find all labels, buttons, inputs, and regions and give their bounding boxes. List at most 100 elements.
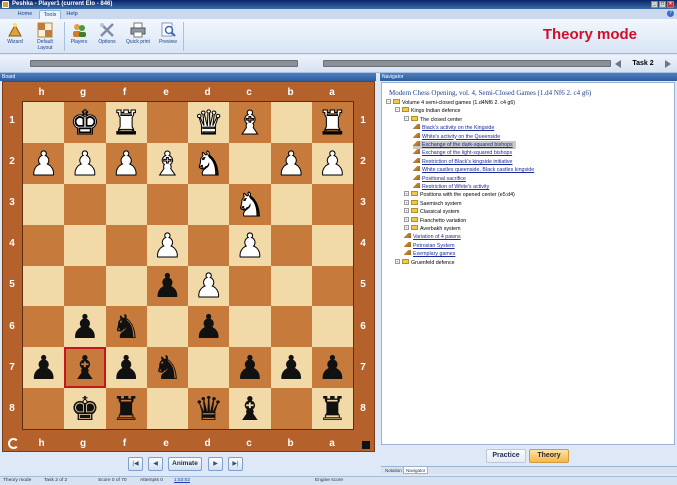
tree-task-item[interactable]: Petrosian System [404, 241, 455, 250]
expand-icon[interactable]: + [404, 225, 409, 230]
prev-task-icon[interactable] [615, 60, 621, 68]
square-d1[interactable]: ♛ [188, 102, 230, 143]
tab-notation[interactable]: Notation [383, 467, 404, 474]
square-d4[interactable] [188, 224, 230, 266]
square-b4[interactable] [270, 224, 312, 266]
square-f1[interactable]: ♜ [105, 102, 147, 143]
white-king-icon[interactable]: ♚ [70, 105, 101, 139]
square-h3[interactable] [23, 183, 65, 225]
black-knight-icon[interactable]: ♞ [153, 351, 183, 384]
square-h2[interactable]: ♟ [23, 142, 65, 184]
black-pawn-icon[interactable]: ♟ [111, 351, 141, 384]
square-b1[interactable] [270, 102, 312, 143]
white-pawn-icon[interactable]: ♟ [70, 146, 101, 180]
square-g3[interactable] [64, 183, 106, 225]
square-d5[interactable]: ♟ [188, 265, 230, 307]
square-a3[interactable] [311, 183, 353, 225]
tree-folder-item[interactable]: − The closed center [404, 115, 462, 124]
tab-navigator[interactable]: Navigator [403, 467, 429, 474]
help-icon[interactable]: ? [667, 10, 674, 17]
theory-button[interactable]: Theory [529, 449, 569, 463]
tab-tools[interactable]: Tools [39, 10, 61, 19]
next-task-icon[interactable] [665, 60, 671, 68]
white-pawn-icon[interactable]: ♟ [28, 146, 59, 180]
square-d6[interactable]: ♟ [188, 306, 230, 348]
white-queen-icon[interactable]: ♛ [193, 105, 224, 139]
square-f8[interactable]: ♜ [105, 388, 147, 429]
black-pawn-icon[interactable]: ♟ [276, 351, 306, 384]
square-g7[interactable]: ♝ [64, 347, 106, 389]
animate-button[interactable]: Animate [168, 457, 202, 471]
next-move-button[interactable]: ▶ [208, 457, 223, 471]
square-c7[interactable]: ♟ [229, 347, 271, 389]
square-h4[interactable] [23, 224, 65, 266]
white-pawn-icon[interactable]: ♟ [276, 146, 307, 180]
tree-task-item[interactable]: Black's activity on the Kingside [413, 124, 494, 132]
wizard-button[interactable]: Wizard [3, 21, 27, 52]
square-g1[interactable]: ♚ [64, 102, 106, 143]
black-pawn-icon[interactable]: ♟ [194, 310, 224, 343]
tree-folder-item[interactable]: + Saemisch system [404, 199, 462, 208]
square-b8[interactable] [270, 388, 312, 429]
square-e7[interactable]: ♞ [146, 347, 188, 389]
last-move-button[interactable]: ▶| [228, 457, 243, 471]
black-bishop-icon[interactable]: ♝ [235, 392, 265, 425]
square-f7[interactable]: ♟ [105, 347, 147, 389]
white-knight-icon[interactable]: ♞ [235, 187, 266, 221]
tree-task-item[interactable]: Exchange of the dark-squared bishops [413, 141, 516, 149]
tree-folder-item[interactable]: + Positions with the opened center (e5:d4… [404, 191, 515, 199]
tree-task-item[interactable]: Positional sacrifice [413, 174, 466, 183]
square-c6[interactable] [229, 306, 271, 348]
tree-folder-item[interactable]: + Classical system [404, 208, 459, 216]
tree-task-item[interactable]: Exchange of the light-squared bishops [413, 149, 512, 157]
tree-folder-item[interactable]: − Volume 4 semi-closed games (1.d4Nf6 2. … [386, 99, 515, 107]
square-c1[interactable]: ♝ [229, 102, 271, 143]
options-button[interactable]: Options [94, 21, 120, 52]
square-e4[interactable]: ♟ [146, 224, 188, 266]
white-bishop-icon[interactable]: ♝ [152, 146, 183, 180]
black-knight-icon[interactable]: ♞ [111, 310, 141, 343]
square-a8[interactable]: ♜ [311, 388, 353, 429]
tree-folder-item[interactable]: + Averbakh system [404, 225, 461, 233]
practice-button[interactable]: Practice [486, 449, 526, 463]
square-a4[interactable] [311, 224, 353, 266]
tab-help[interactable]: Help [63, 10, 81, 19]
square-h8[interactable] [23, 388, 65, 429]
square-e6[interactable] [146, 306, 188, 348]
players-button[interactable]: Players [67, 21, 91, 52]
tree-folder-item[interactable]: + Gruenfeld defence [395, 258, 455, 267]
collapse-icon[interactable]: − [386, 99, 391, 104]
default-layout-button[interactable]: Default Layout [30, 21, 60, 52]
tab-home[interactable]: Home [14, 10, 36, 19]
collapse-icon[interactable]: − [395, 107, 400, 113]
black-queen-icon[interactable]: ♛ [194, 392, 224, 425]
square-f2[interactable]: ♟ [105, 142, 147, 184]
square-c3[interactable]: ♞ [229, 183, 271, 225]
expand-icon[interactable]: + [395, 258, 400, 264]
square-b3[interactable] [270, 183, 312, 225]
black-bishop-icon[interactable]: ♝ [70, 351, 100, 384]
flip-board-icon[interactable] [8, 438, 19, 449]
close-button[interactable]: × [667, 1, 674, 8]
square-h7[interactable]: ♟ [23, 347, 65, 389]
square-d3[interactable] [188, 183, 230, 225]
black-king-icon[interactable]: ♚ [70, 392, 100, 425]
square-a2[interactable]: ♟ [311, 142, 353, 184]
square-g2[interactable]: ♟ [64, 142, 106, 184]
tree-task-item[interactable]: Restriction of White's activity [413, 183, 489, 191]
square-e1[interactable] [146, 102, 188, 143]
square-d7[interactable] [188, 347, 230, 389]
square-g5[interactable] [64, 265, 106, 307]
expand-icon[interactable]: + [404, 208, 409, 214]
tree-task-item[interactable]: White castles queenside, Black castles k… [413, 166, 534, 174]
square-c5[interactable] [229, 265, 271, 307]
square-d2[interactable]: ♞ [188, 142, 230, 184]
white-pawn-icon[interactable]: ♟ [193, 269, 224, 303]
expand-icon[interactable]: + [404, 191, 409, 197]
square-c8[interactable]: ♝ [229, 388, 271, 429]
black-pawn-icon[interactable]: ♟ [235, 351, 265, 384]
collapse-icon[interactable]: − [404, 115, 409, 121]
white-pawn-icon[interactable]: ♟ [111, 146, 142, 180]
square-e5[interactable]: ♟ [146, 265, 188, 307]
square-h6[interactable] [23, 306, 65, 348]
